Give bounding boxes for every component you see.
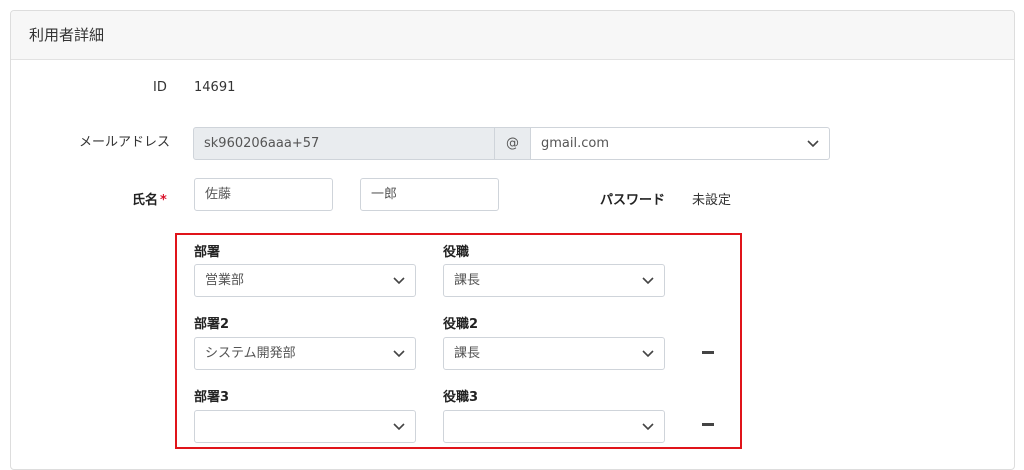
id-value: 14691 (194, 80, 236, 95)
chevron-down-icon (642, 423, 654, 431)
dept-label-1: 部署 (194, 245, 221, 260)
chevron-down-icon (642, 350, 654, 358)
password-status: 未設定 (692, 193, 732, 208)
dept-select-2[interactable]: システム開発部 (194, 337, 416, 370)
role-select-2-value: 課長 (454, 346, 481, 361)
chevron-down-icon (642, 277, 654, 285)
chevron-down-icon (807, 140, 819, 148)
password-label: パスワード (600, 193, 666, 208)
required-mark: * (160, 193, 167, 208)
dept-select-1[interactable]: 営業部 (194, 264, 416, 297)
role-select-3[interactable] (443, 410, 665, 443)
role-label-1: 役職 (443, 245, 470, 260)
remove-row-3-button[interactable]: − (702, 423, 714, 426)
email-label: メールアドレス (79, 135, 171, 150)
dept-select-3[interactable] (194, 410, 416, 443)
email-domain-select[interactable]: gmail.com (530, 127, 830, 160)
chevron-down-icon (393, 350, 405, 358)
id-label: ID (153, 80, 167, 95)
dept-select-1-value: 営業部 (205, 273, 245, 288)
dept-label-3: 部署3 (194, 390, 230, 405)
first-name-field[interactable]: 一郎 (360, 178, 499, 211)
panel-title: 利用者詳細 (29, 26, 105, 44)
panel-header: 利用者詳細 (11, 11, 1014, 60)
name-label: 氏名 * (132, 189, 167, 208)
email-local-field[interactable]: sk960206aaa+57 (193, 127, 495, 160)
name-label-text: 氏名 (132, 193, 159, 208)
chevron-down-icon (393, 423, 405, 431)
dept-label-2: 部署2 (194, 317, 230, 332)
chevron-down-icon (393, 277, 405, 285)
role-select-1-value: 課長 (454, 273, 481, 288)
email-domain-value: gmail.com (541, 136, 610, 151)
role-select-1[interactable]: 課長 (443, 264, 665, 297)
role-label-2: 役職2 (443, 317, 479, 332)
remove-row-2-button[interactable]: − (702, 351, 714, 354)
role-label-3: 役職3 (443, 390, 479, 405)
email-at-addon: @ (494, 127, 531, 160)
last-name-field[interactable]: 佐藤 (194, 178, 333, 211)
role-select-2[interactable]: 課長 (443, 337, 665, 370)
dept-select-2-value: システム開発部 (205, 346, 296, 361)
